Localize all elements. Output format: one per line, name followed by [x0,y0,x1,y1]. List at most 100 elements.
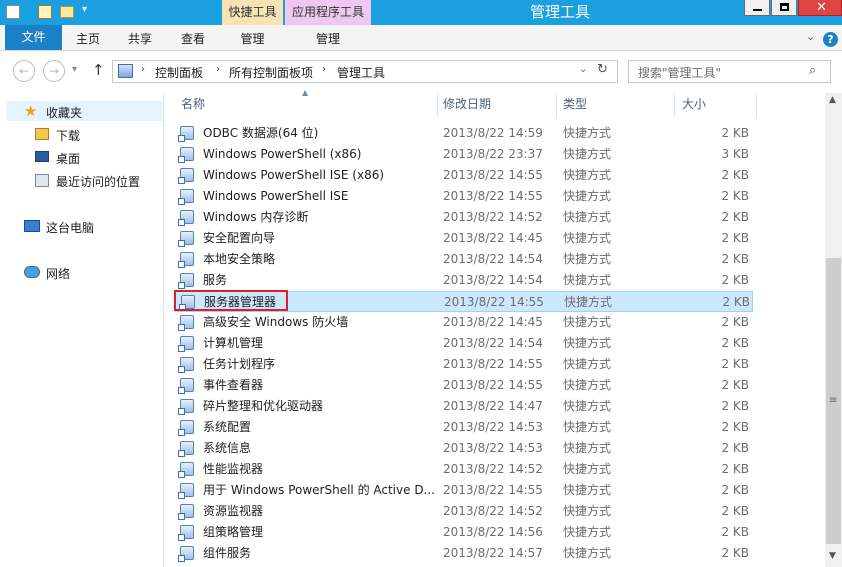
shortcut-icon [178,147,194,163]
file-list: ODBC 数据源(64 位) 2013/8/22 14:59 快捷方式 2 KB Win… [175,123,757,564]
shortcut-icon [178,483,194,499]
file-date: 2013/8/22 14:53 [443,420,543,434]
new-folder-icon[interactable] [60,6,74,18]
file-name: Windows PowerShell (x86) [203,147,362,161]
shortcut-icon [178,210,194,226]
tab-manage-shortcut[interactable]: 管理 [222,25,283,50]
file-size: 2 KB [721,210,749,224]
back-button[interactable]: ← [13,60,35,82]
file-row[interactable]: 服务 2013/8/22 14:54 快捷方式 2 KB [175,270,757,291]
tab-home[interactable]: 主页 [68,25,108,50]
file-size: 2 KB [721,441,749,455]
file-name: 资源监视器 [203,504,264,518]
scroll-up-icon[interactable]: ▲ [829,95,836,105]
window-title: 管理工具 [529,3,590,21]
column-header-name[interactable]: 名称 [181,93,205,116]
forward-button[interactable]: → [43,60,65,82]
breadcrumb-admin-tools[interactable]: 管理工具 [337,64,385,81]
column-header-size[interactable]: 大小 [682,93,706,116]
file-row[interactable]: 性能监视器 2013/8/22 14:52 快捷方式 2 KB [175,459,757,480]
file-row[interactable]: Windows PowerShell (x86) 2013/8/22 23:37 快… [175,144,757,165]
navigation-pane [0,93,164,567]
tab-manage-app[interactable]: 管理 [285,25,371,50]
column-divider[interactable] [756,93,757,117]
file-type: 快捷方式 [563,273,612,287]
file-date: 2013/8/22 14:55 [443,189,543,203]
file-date: 2013/8/22 14:59 [443,126,543,140]
window-icon[interactable] [6,5,20,19]
shortcut-icon [178,462,194,478]
control-panel-icon [118,64,133,78]
file-size: 2 KB [721,231,749,245]
file-size: 2 KB [721,168,749,182]
tab-share[interactable]: 共享 [120,25,160,50]
expand-ribbon-icon[interactable]: ⌄ [806,30,815,43]
breadcrumb-control-panel[interactable]: 控制面板 [155,64,203,81]
file-row[interactable]: 安全配置向导 2013/8/22 14:45 快捷方式 2 KB [175,228,757,249]
column-header-type[interactable]: 类型 [563,93,587,116]
file-type: 快捷方式 [563,147,612,161]
nav-desktop[interactable]: 桌面 [56,150,80,167]
file-date: 2013/8/22 14:55 [443,483,543,497]
file-row[interactable]: 用于 Windows PowerShell 的 Active D... 2013/… [175,480,757,501]
file-row[interactable]: 系统信息 2013/8/22 14:53 快捷方式 2 KB [175,438,757,459]
nav-downloads[interactable]: 下载 [56,127,80,144]
file-row[interactable]: Windows PowerShell ISE 2013/8/22 14:55 快捷方… [175,186,757,207]
maximize-button[interactable] [771,0,797,16]
shortcut-icon [178,315,194,331]
file-row[interactable]: Windows PowerShell ISE (x86) 2013/8/22 14… [175,165,757,186]
file-type: 快捷方式 [564,295,613,309]
nav-this-pc[interactable]: 这台电脑 [46,219,94,236]
column-divider[interactable] [556,93,557,117]
file-row[interactable]: 任务计划程序 2013/8/22 14:55 快捷方式 2 KB [175,354,757,375]
file-name: 系统配置 [203,420,252,434]
file-row[interactable]: 组策略管理 2013/8/22 14:56 快捷方式 2 KB [175,522,757,543]
nav-recent-places[interactable]: 最近访问的位置 [56,173,140,190]
refresh-icon[interactable]: ↻ [597,62,608,77]
file-size: 2 KB [721,378,749,392]
file-row[interactable]: 系统配置 2013/8/22 14:53 快捷方式 2 KB [175,417,757,438]
file-row[interactable]: Windows 内存诊断 2013/8/22 14:52 快捷方式 2 KB [175,207,757,228]
quick-access-dropdown-icon[interactable]: ▾ [82,4,87,15]
file-type: 快捷方式 [563,399,612,413]
breadcrumb-all-items[interactable]: 所有控制面板项 [229,64,313,81]
file-row[interactable]: 事件查看器 2013/8/22 14:55 快捷方式 2 KB [175,375,757,396]
file-size: 2 KB [721,336,749,350]
search-box[interactable]: 搜索"管理工具" ⌕ [628,60,831,83]
file-row[interactable]: 资源监视器 2013/8/22 14:52 快捷方式 2 KB [175,501,757,522]
shortcut-icon [178,420,194,436]
column-header-date[interactable]: 修改日期 [443,93,491,116]
recent-locations-icon[interactable]: ▾ [72,64,77,75]
search-icon[interactable]: ⌕ [809,63,816,78]
tab-view[interactable]: 查看 [173,25,213,50]
scroll-grip-icon: ≡ [829,395,838,406]
column-divider[interactable] [674,93,675,117]
tab-file[interactable]: 文件 [5,25,62,50]
nav-favorites[interactable]: 收藏夹 [46,104,82,121]
properties-icon[interactable] [38,5,52,19]
file-name: Windows PowerShell ISE (x86) [203,168,385,182]
file-row[interactable]: 碎片整理和优化驱动器 2013/8/22 14:47 快捷方式 2 KB [175,396,757,417]
address-dropdown-icon[interactable]: ⌄ [579,64,587,75]
file-type: 快捷方式 [563,231,612,245]
column-divider[interactable] [437,93,438,117]
file-row[interactable]: 高级安全 Windows 防火墙 2013/8/22 14:45 快捷方式 2 KB [175,312,757,333]
file-name: 服务 [203,273,228,287]
close-button[interactable]: ✕ [798,0,842,16]
file-date: 2013/8/22 14:57 [443,546,543,560]
shortcut-icon [178,504,194,520]
up-arrow-icon[interactable]: ↑ [92,61,105,79]
file-type: 快捷方式 [563,378,612,392]
minimize-button[interactable] [744,0,770,16]
file-type: 快捷方式 [563,126,612,140]
scroll-down-icon[interactable]: ▼ [829,551,836,561]
file-row[interactable]: 本地安全策略 2013/8/22 14:54 快捷方式 2 KB [175,249,757,270]
address-bar[interactable]: › 控制面板 › 所有控制面板项 › 管理工具 ⌄ ↻ [112,60,618,83]
nav-network[interactable]: 网络 [46,265,70,282]
file-row[interactable]: 计算机管理 2013/8/22 14:54 快捷方式 2 KB [175,333,757,354]
shortcut-icon [178,378,194,394]
file-type: 快捷方式 [563,462,612,476]
file-row[interactable]: 组件服务 2013/8/22 14:57 快捷方式 2 KB [175,543,757,564]
file-row[interactable]: ODBC 数据源(64 位) 2013/8/22 14:59 快捷方式 2 KB [175,123,757,144]
help-icon[interactable]: ? [823,32,838,47]
